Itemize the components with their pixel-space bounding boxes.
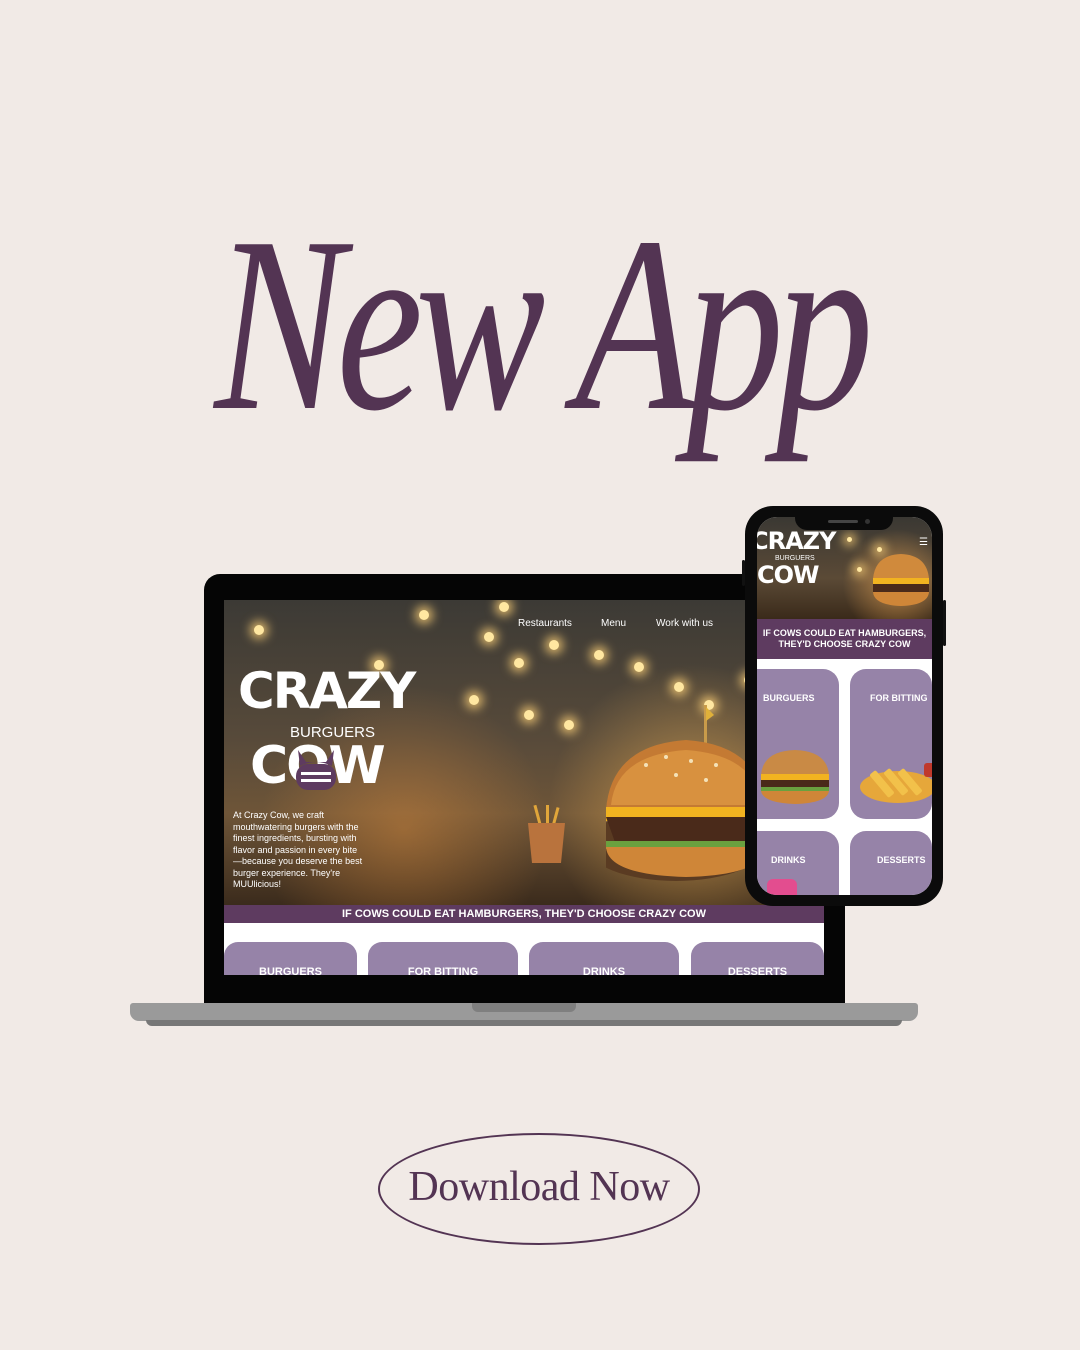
category-label: FOR BITTING xyxy=(870,693,928,703)
category-card-burguers[interactable]: BURGUERS xyxy=(224,942,357,975)
phone-slogan-banner: IF COWS COULD EAT HAMBURGERS, THEY'D CHO… xyxy=(757,619,932,659)
category-card-desserts[interactable]: DESSERTS xyxy=(691,942,824,975)
phone-hero-image: CRAZY BURGUERS COW ☰ xyxy=(757,517,932,619)
phone-card-drinks[interactable]: DRINKS xyxy=(757,831,839,895)
cow-burger-icon xyxy=(296,750,336,790)
phone-logo-cow: COW xyxy=(757,561,819,589)
burger-photo xyxy=(606,705,766,881)
drink-thumb xyxy=(767,879,797,895)
nav-work-with-us[interactable]: Work with us xyxy=(656,618,713,629)
download-now-button[interactable]: Download Now xyxy=(378,1133,700,1245)
phone-speaker xyxy=(828,520,858,523)
laptop-screen: Restaurants Menu Work with us CRAZY BURG… xyxy=(224,600,824,975)
slogan-banner: IF COWS COULD EAT HAMBURGERS, THEY'D CHO… xyxy=(224,905,824,923)
laptop-trackpad-notch xyxy=(472,1003,576,1012)
burger-thumb xyxy=(761,750,829,804)
phone-card-desserts[interactable]: DESSERTS xyxy=(850,831,932,895)
logo-crazy-text: CRAZY xyxy=(238,662,416,720)
download-now-label: Download Now xyxy=(408,1164,670,1210)
phone-logo-crazy: CRAZY xyxy=(757,527,836,555)
phone-burger-photo xyxy=(873,554,929,606)
phone-card-for-bitting[interactable]: FOR BITTING xyxy=(850,669,932,819)
fries-thumb xyxy=(860,763,932,803)
category-label: DESSERTS xyxy=(877,855,926,865)
category-card-for-bitting[interactable]: FOR BITTING xyxy=(368,942,518,975)
hamburger-menu-icon[interactable]: ☰ xyxy=(919,537,930,548)
nav-menu[interactable]: Menu xyxy=(601,618,626,629)
phone-power-button xyxy=(943,600,946,646)
headline: New App xyxy=(214,186,873,463)
category-card-drinks[interactable]: DRINKS xyxy=(529,942,679,975)
category-label: DRINKS xyxy=(771,855,806,865)
hero-image: Restaurants Menu Work with us CRAZY BURG… xyxy=(224,600,824,905)
category-label: DESSERTS xyxy=(727,966,788,975)
phone-camera xyxy=(865,519,870,524)
category-label: BURGUERS xyxy=(763,693,815,703)
category-label: BURGUERS xyxy=(259,966,322,975)
phone-screen: CRAZY BURGUERS COW ☰ IF COWS COULD EAT H… xyxy=(757,517,932,895)
laptop-base-shadow xyxy=(146,1020,902,1026)
nav-restaurants[interactable]: Restaurants xyxy=(518,618,572,629)
category-label: DRINKS xyxy=(582,966,626,975)
phone-card-burguers[interactable]: BURGUERS xyxy=(757,669,839,819)
about-text: At Crazy Cow, we craft mouthwatering bur… xyxy=(233,810,363,889)
fries-cup xyxy=(528,805,565,863)
category-label: FOR BITTING xyxy=(407,966,479,975)
